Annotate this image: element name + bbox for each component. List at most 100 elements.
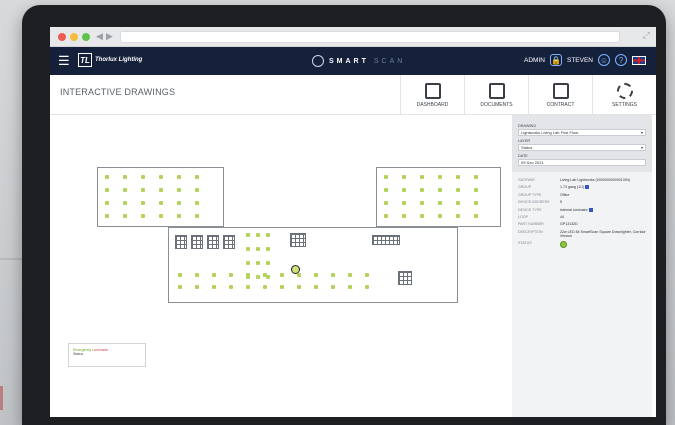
- luminaire-fixture[interactable]: [105, 188, 109, 192]
- luminaire-fixture[interactable]: [314, 273, 318, 277]
- luminaire-fixture[interactable]: [246, 233, 250, 237]
- address-bar[interactable]: [120, 31, 620, 43]
- luminaire-fixture[interactable]: [159, 201, 163, 205]
- luminaire-fixture[interactable]: [195, 285, 199, 289]
- luminaire-fixture[interactable]: [263, 273, 267, 277]
- luminaire-fixture[interactable]: [297, 285, 301, 289]
- admin-label[interactable]: ADMIN: [524, 57, 545, 64]
- luminaire-fixture[interactable]: [123, 175, 127, 179]
- luminaire-fixture[interactable]: [195, 175, 199, 179]
- tab-documents[interactable]: DOCUMENTS: [464, 75, 528, 115]
- luminaire-fixture[interactable]: [420, 214, 424, 218]
- maximize-window-button[interactable]: [82, 33, 90, 41]
- luminaire-fixture[interactable]: [246, 247, 250, 251]
- drawing-select[interactable]: Lightworks Living Lab First Floor ▾: [518, 129, 646, 136]
- grid-fixture[interactable]: [191, 235, 203, 249]
- luminaire-fixture[interactable]: [195, 188, 199, 192]
- back-arrow-icon[interactable]: ◀: [96, 31, 103, 42]
- floorplan-canvas[interactable]: Emergency Luminaire Status: [50, 115, 513, 417]
- luminaire-fixture[interactable]: [141, 214, 145, 218]
- luminaire-fixture[interactable]: [159, 175, 163, 179]
- luminaire-fixture[interactable]: [456, 214, 460, 218]
- luminaire-fixture[interactable]: [177, 175, 181, 179]
- luminaire-fixture[interactable]: [177, 201, 181, 205]
- luminaire-fixture[interactable]: [246, 273, 250, 277]
- luminaire-fixture[interactable]: [456, 201, 460, 205]
- luminaire-fixture[interactable]: [474, 201, 478, 205]
- luminaire-fixture[interactable]: [438, 188, 442, 192]
- luminaire-fixture[interactable]: [256, 233, 260, 237]
- luminaire-fixture[interactable]: [314, 285, 318, 289]
- luminaire-fixture[interactable]: [105, 201, 109, 205]
- luminaire-fixture[interactable]: [280, 273, 284, 277]
- luminaire-fixture[interactable]: [105, 214, 109, 218]
- user-name[interactable]: STEVEN: [567, 57, 593, 64]
- forward-arrow-icon[interactable]: ▶: [106, 31, 113, 42]
- grid-fixture[interactable]: [290, 233, 306, 247]
- luminaire-fixture[interactable]: [256, 261, 260, 265]
- luminaire-fixture[interactable]: [123, 188, 127, 192]
- luminaire-fixture[interactable]: [402, 188, 406, 192]
- luminaire-fixture[interactable]: [331, 285, 335, 289]
- tab-settings[interactable]: SETTINGS: [592, 75, 656, 115]
- luminaire-fixture[interactable]: [474, 188, 478, 192]
- grid-fixture[interactable]: [372, 235, 400, 245]
- expand-icon[interactable]: ⤢: [643, 30, 650, 41]
- luminaire-fixture[interactable]: [456, 188, 460, 192]
- luminaire-fixture[interactable]: [420, 188, 424, 192]
- luminaire-fixture[interactable]: [348, 285, 352, 289]
- grid-fixture[interactable]: [175, 235, 187, 249]
- menu-icon[interactable]: ☰: [58, 54, 70, 67]
- date-field[interactable]: 09 Dec 2021: [518, 159, 646, 166]
- luminaire-fixture[interactable]: [212, 285, 216, 289]
- luminaire-fixture[interactable]: [178, 285, 182, 289]
- luminaire-fixture[interactable]: [246, 261, 250, 265]
- help-icon[interactable]: ?: [615, 54, 627, 66]
- luminaire-fixture[interactable]: [229, 273, 233, 277]
- lock-icon[interactable]: 🔒: [549, 54, 562, 66]
- tab-contract[interactable]: CONTRACT: [528, 75, 592, 115]
- luminaire-fixture[interactable]: [365, 285, 369, 289]
- user-icon[interactable]: ☺: [598, 54, 610, 66]
- luminaire-fixture[interactable]: [438, 201, 442, 205]
- luminaire-fixture[interactable]: [195, 273, 199, 277]
- luminaire-fixture[interactable]: [246, 285, 250, 289]
- luminaire-fixture[interactable]: [474, 214, 478, 218]
- luminaire-fixture[interactable]: [266, 247, 270, 251]
- uk-flag-icon[interactable]: [632, 55, 646, 65]
- grid-fixture[interactable]: [207, 235, 219, 249]
- luminaire-fixture[interactable]: [280, 285, 284, 289]
- luminaire-fixture[interactable]: [177, 188, 181, 192]
- luminaire-fixture[interactable]: [159, 214, 163, 218]
- luminaire-fixture[interactable]: [195, 214, 199, 218]
- luminaire-fixture[interactable]: [159, 188, 163, 192]
- grid-fixture[interactable]: [223, 235, 235, 249]
- luminaire-fixture[interactable]: [420, 175, 424, 179]
- luminaire-fixture[interactable]: [331, 273, 335, 277]
- luminaire-fixture[interactable]: [256, 275, 260, 279]
- tab-dashboard[interactable]: DASHBOARD: [400, 75, 464, 115]
- luminaire-fixture[interactable]: [141, 201, 145, 205]
- luminaire-fixture[interactable]: [212, 273, 216, 277]
- luminaire-fixture[interactable]: [263, 285, 267, 289]
- luminaire-fixture[interactable]: [438, 214, 442, 218]
- minimize-window-button[interactable]: [70, 33, 78, 41]
- luminaire-fixture[interactable]: [266, 261, 270, 265]
- luminaire-fixture[interactable]: [141, 188, 145, 192]
- luminaire-fixture[interactable]: [195, 201, 199, 205]
- luminaire-fixture[interactable]: [402, 201, 406, 205]
- luminaire-fixture[interactable]: [384, 175, 388, 179]
- luminaire-fixture[interactable]: [348, 273, 352, 277]
- luminaire-fixture[interactable]: [384, 188, 388, 192]
- layer-select[interactable]: Status ▾: [518, 144, 646, 151]
- luminaire-fixture[interactable]: [438, 175, 442, 179]
- luminaire-fixture[interactable]: [474, 175, 478, 179]
- luminaire-fixture[interactable]: [256, 247, 260, 251]
- luminaire-fixture[interactable]: [177, 214, 181, 218]
- luminaire-fixture[interactable]: [297, 273, 301, 277]
- luminaire-fixture[interactable]: [384, 214, 388, 218]
- luminaire-fixture[interactable]: [141, 175, 145, 179]
- luminaire-fixture[interactable]: [178, 273, 182, 277]
- luminaire-fixture[interactable]: [402, 214, 406, 218]
- luminaire-fixture[interactable]: [402, 175, 406, 179]
